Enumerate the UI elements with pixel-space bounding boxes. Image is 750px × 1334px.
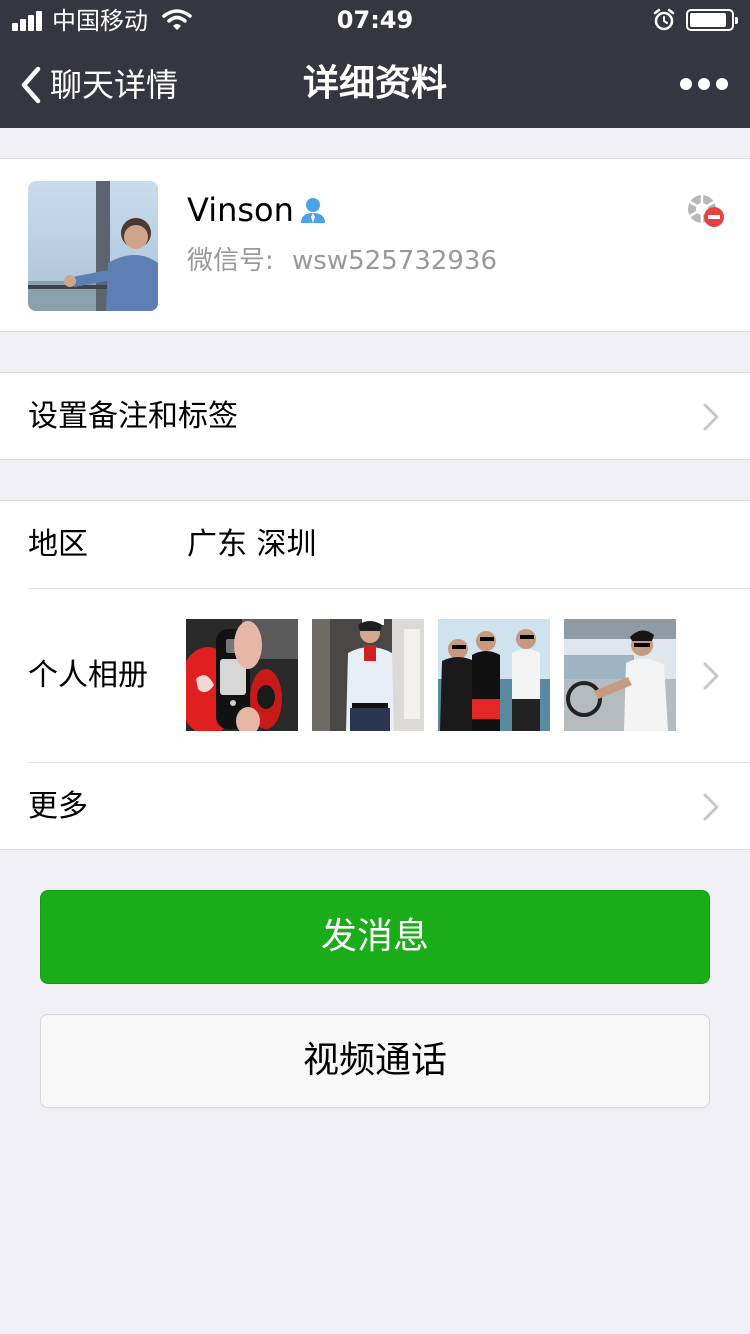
- battery-icon: [686, 9, 738, 31]
- battery-level: [690, 13, 726, 27]
- chevron-right-icon: [703, 403, 719, 431]
- male-user-icon: [300, 198, 325, 223]
- avatar[interactable]: [28, 181, 158, 311]
- wifi-icon: [162, 9, 192, 30]
- video-call-button[interactable]: 视频通话: [40, 1014, 710, 1108]
- chevron-right-icon: [703, 662, 719, 690]
- wechat-id-value: wsw525732936: [292, 246, 497, 276]
- more-info-label: 更多: [28, 789, 88, 824]
- album-thumbnail[interactable]: [312, 619, 424, 731]
- set-remark-and-tags-row[interactable]: 设置备注和标签: [0, 372, 750, 460]
- info-card: 地区 广东 深圳 个人相册 更多: [0, 500, 750, 850]
- set-remark-label: 设置备注和标签: [28, 399, 238, 434]
- carrier-name: 中国移动: [52, 7, 148, 35]
- wechat-id-label: 微信号:: [187, 246, 274, 276]
- send-message-button[interactable]: 发消息: [40, 890, 710, 984]
- album-thumbnail[interactable]: [186, 619, 298, 731]
- name-row: Vinson: [187, 189, 328, 231]
- region-value: 广东 深圳: [187, 527, 317, 562]
- more-options-button[interactable]: [672, 64, 732, 104]
- personal-album-row[interactable]: 个人相册: [0, 589, 750, 763]
- contact-name: Vinson: [187, 191, 294, 229]
- chevron-right-icon: [703, 793, 719, 821]
- back-button-label: 聊天详情: [50, 66, 179, 104]
- status-bar: 中国移动 07:49: [0, 0, 750, 42]
- more-info-row[interactable]: 更多: [0, 763, 750, 851]
- region-label: 地区: [28, 527, 88, 562]
- back-button[interactable]: 聊天详情: [18, 60, 178, 110]
- album-thumbnail[interactable]: [564, 619, 676, 731]
- more-dots-icon: [680, 78, 692, 90]
- chevron-left-icon: [21, 66, 41, 104]
- profile-card: Vinson 微信号: wsw525732936: [0, 158, 750, 332]
- alarm-clock-icon: [653, 8, 675, 31]
- signal-strength-icon: [12, 11, 46, 31]
- navigation-header: 中国移动 07:49 聊天详情 详细资料: [0, 0, 750, 128]
- moments-blocked-icon[interactable]: [686, 193, 726, 229]
- album-thumbnail[interactable]: [438, 619, 550, 731]
- personal-album-label: 个人相册: [28, 658, 148, 693]
- wechat-id-row: 微信号: wsw525732936: [187, 243, 497, 279]
